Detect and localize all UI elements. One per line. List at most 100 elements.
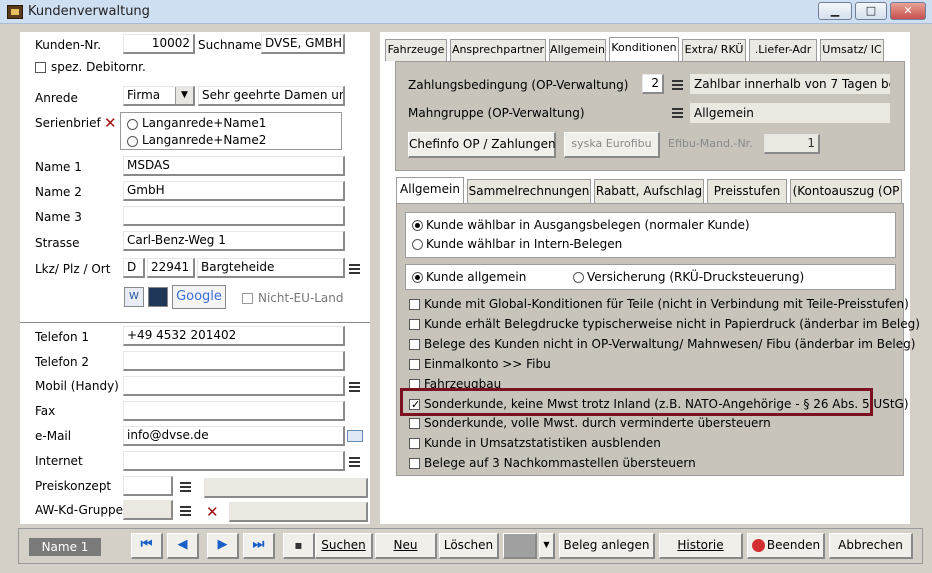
chevron-down-icon[interactable]: ▼ xyxy=(175,87,193,104)
zahlung-text: Zahlbar innerhalb von 7 Tagen bei 3 xyxy=(690,74,890,94)
lkz-field[interactable]: D xyxy=(123,258,145,278)
serien-opt2-label: Langanrede+Name2 xyxy=(142,133,267,147)
google-button[interactable]: Google xyxy=(172,285,226,309)
close-button[interactable]: ✕ xyxy=(890,2,926,20)
strasse-label: Strasse xyxy=(35,236,80,250)
radio4-label: Versicherung (RKÜ-Drucksteuerung) xyxy=(587,270,805,284)
name3-field[interactable] xyxy=(123,206,345,226)
tel1-field[interactable]: +49 4532 201402 xyxy=(123,326,345,346)
option-row[interactable]: Kunde mit Global-Konditionen für Teile (… xyxy=(405,296,909,314)
awkd-field[interactable] xyxy=(123,500,173,520)
option-checkbox[interactable] xyxy=(409,438,420,450)
last-record-button[interactable]: ⏭ xyxy=(243,533,275,559)
clear-x-icon[interactable]: ✕ xyxy=(104,116,117,131)
neu-button[interactable]: Neu xyxy=(375,533,437,559)
radio-kunde-allgemein[interactable] xyxy=(412,272,423,283)
word-icon[interactable]: W xyxy=(124,287,144,307)
suchen-button[interactable]: Suchen xyxy=(315,533,373,559)
print-icon[interactable] xyxy=(503,533,537,559)
loeschen-button[interactable]: Löschen xyxy=(439,533,499,559)
name2-label: Name 2 xyxy=(35,185,82,199)
nicht-eu-checkbox[interactable] xyxy=(242,293,253,304)
tab-liefer-adr[interactable]: .Liefer-Adr xyxy=(749,39,817,61)
internet-field[interactable] xyxy=(123,451,345,471)
option-checkbox[interactable] xyxy=(409,338,420,350)
map-icon[interactable] xyxy=(148,287,168,307)
option-row[interactable]: Sonderkunde, volle Mwst. durch verminder… xyxy=(405,415,896,433)
option-label: Einmalkonto >> Fibu xyxy=(424,356,551,371)
tab-konditionen[interactable]: Konditionen xyxy=(609,37,679,61)
mobil-label: Mobil (Handy) xyxy=(35,379,119,393)
minimize-button[interactable]: ▁ xyxy=(818,2,852,20)
syska-button[interactable]: syska Eurofibu xyxy=(564,132,660,158)
radio-intern-belege[interactable] xyxy=(412,239,423,250)
zahlung-nr-field[interactable]: 2 xyxy=(642,74,664,94)
radio-ausgangsbelege[interactable] xyxy=(412,220,423,231)
beleg-anlegen-button[interactable]: Beleg anlegen xyxy=(559,533,655,559)
inner-tab-preisstufen[interactable]: Preisstufen xyxy=(707,179,787,203)
anrede-select[interactable]: Firma ▼ xyxy=(123,86,195,106)
menu-icon[interactable] xyxy=(180,482,191,492)
historie-button[interactable]: Historie xyxy=(659,533,743,559)
name2-field[interactable]: GmbH xyxy=(123,181,345,201)
menu-icon[interactable] xyxy=(180,506,191,516)
suchname-field[interactable]: DVSE, GMBH xyxy=(261,34,345,54)
kundennr-field[interactable]: 10002 xyxy=(123,34,195,54)
option-row[interactable]: Kunde erhält Belegdrucke typischerweise … xyxy=(405,316,920,334)
radio-versicherung[interactable] xyxy=(573,272,584,283)
menu-icon[interactable] xyxy=(349,264,360,274)
menu-icon[interactable] xyxy=(672,108,683,118)
spez-debitor-checkbox[interactable] xyxy=(35,62,46,73)
tel2-field[interactable] xyxy=(123,351,345,371)
beenden-button[interactable]: Beenden xyxy=(747,533,825,559)
save-icon[interactable]: ▪ xyxy=(283,533,315,559)
anrede-label: Anrede xyxy=(35,91,78,105)
option-checkbox[interactable] xyxy=(409,299,420,310)
abbrechen-button[interactable]: Abbrechen xyxy=(829,533,913,559)
tab-allgemein[interactable]: Allgemein xyxy=(549,39,606,61)
efibu-field[interactable]: 1 xyxy=(764,134,820,154)
tab-fahrzeuge[interactable]: Fahrzeuge xyxy=(385,39,447,61)
option-row[interactable]: Kunde in Umsatzstatistiken ausblenden xyxy=(405,435,896,453)
inner-tab-sammelrechnungen[interactable]: Sammelrechnungen xyxy=(467,179,591,203)
first-record-button[interactable]: ⏮ xyxy=(131,533,163,559)
tab-umsatz-ic[interactable]: Umsatz/ IC xyxy=(820,39,884,61)
tab-extra-rku[interactable]: Extra/ RKÜ xyxy=(682,39,746,61)
ort-field[interactable]: Bargteheide xyxy=(197,258,345,278)
power-icon xyxy=(752,539,765,552)
option-checkbox[interactable] xyxy=(409,318,420,330)
serien-opt1-label: Langanrede+Name1 xyxy=(142,116,267,130)
anrede-text-field[interactable]: Sehr geehrte Damen und xyxy=(198,86,345,106)
inner-tab-kontoauszug[interactable]: (Kontoauszug (OP xyxy=(790,179,902,203)
option-row[interactable]: Belege auf 3 Nachkommastellen übersteuer… xyxy=(405,455,896,473)
serien-radio-1[interactable] xyxy=(127,119,138,130)
chevron-down-icon[interactable]: ▼ xyxy=(539,533,555,559)
menu-icon[interactable] xyxy=(672,80,683,90)
menu-icon[interactable] xyxy=(349,382,360,392)
inner-tab-rabatt[interactable]: Rabatt, Aufschlag xyxy=(594,179,704,203)
option-row[interactable]: Einmalkonto >> Fibu xyxy=(405,356,896,374)
fax-field[interactable] xyxy=(123,401,345,421)
mobil-field[interactable] xyxy=(123,376,345,396)
menu-icon[interactable] xyxy=(349,457,360,467)
next-record-button[interactable]: ▶ xyxy=(207,533,239,559)
option-checkbox[interactable] xyxy=(409,358,420,370)
maximize-button[interactable]: □ xyxy=(855,2,887,20)
inner-tab-allgemein[interactable]: Allgemein xyxy=(396,177,464,203)
serienbrief-group: Langanrede+Name1 Langanrede+Name2 xyxy=(120,112,342,150)
email-field[interactable]: info@dvse.de xyxy=(123,426,345,446)
strasse-field[interactable]: Carl-Benz-Weg 1 xyxy=(123,231,345,251)
plz-field[interactable]: 22941 xyxy=(147,258,195,278)
tab-ansprechpartner[interactable]: Ansprechpartner xyxy=(450,39,546,61)
option-row[interactable]: Belege des Kunden nicht in OP-Verwaltung… xyxy=(405,336,915,354)
send-mail-icon[interactable] xyxy=(347,430,363,442)
name1-field[interactable]: MSDAS xyxy=(123,156,345,176)
konditionen-panel: Zahlungsbedingung (OP-Verwaltung) 2 Zahl… xyxy=(395,61,905,171)
option-checkbox[interactable] xyxy=(409,418,420,430)
option-checkbox[interactable] xyxy=(409,458,420,470)
clear-x-icon[interactable]: ✕ xyxy=(206,505,219,520)
prev-record-button[interactable]: ◀ xyxy=(167,533,199,559)
preiskonzept-field[interactable] xyxy=(123,476,173,496)
chefinfo-button[interactable]: Chefinfo OP / Zahlungen xyxy=(408,132,556,158)
serien-radio-2[interactable] xyxy=(127,136,138,147)
